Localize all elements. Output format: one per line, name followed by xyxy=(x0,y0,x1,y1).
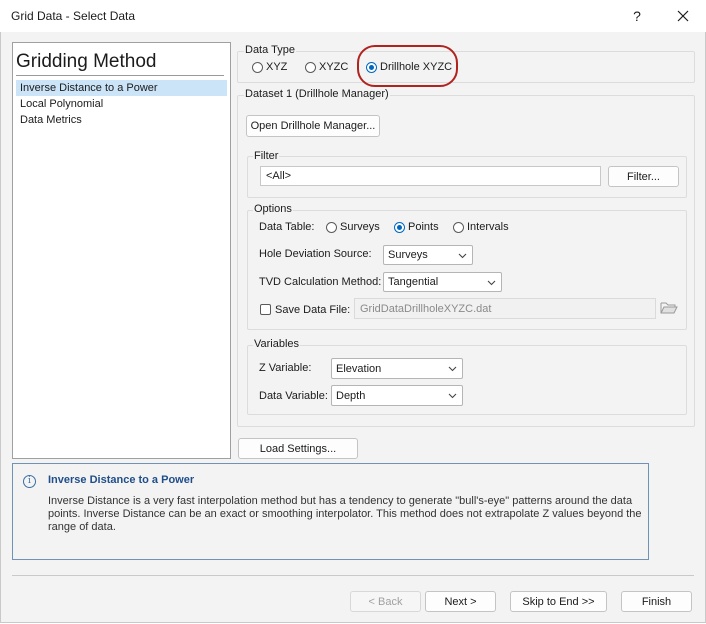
heading-rule xyxy=(16,75,224,76)
info-description: Inverse Distance is a very fast interpol… xyxy=(48,495,642,533)
radio-xyz-label: XYZ xyxy=(266,61,288,73)
method-info-panel: i Inverse Distance to a Power Inverse Di… xyxy=(12,463,649,560)
chevron-down-icon xyxy=(448,393,457,399)
title-bar: Grid Data - Select Data ? xyxy=(0,0,706,32)
save-data-file-input[interactable]: GridDataDrillholeXYZC.dat xyxy=(354,298,656,319)
close-button[interactable] xyxy=(660,0,706,32)
window-title: Grid Data - Select Data xyxy=(11,9,136,23)
filter-button[interactable]: Filter... xyxy=(608,166,679,187)
filter-input[interactable]: <All> xyxy=(260,166,601,186)
z-variable-select[interactable]: Elevation xyxy=(331,358,463,379)
radio-surveys-label: Surveys xyxy=(340,221,380,233)
next-button[interactable]: Next > xyxy=(425,591,496,612)
folder-open-icon xyxy=(660,302,678,314)
gridding-method-heading: Gridding Method xyxy=(16,51,157,72)
data-variable-value: Depth xyxy=(336,389,366,402)
data-type-label: Data Type xyxy=(244,44,296,56)
tvd-method-select[interactable]: Tangential xyxy=(383,272,502,292)
method-item-local-polynomial[interactable]: Local Polynomial xyxy=(16,96,227,112)
hole-deviation-value: Surveys xyxy=(388,249,428,261)
info-icon: i xyxy=(23,475,36,488)
close-icon xyxy=(677,10,689,22)
radio-xyzc[interactable]: XYZC xyxy=(305,61,348,73)
options-label: Options xyxy=(253,203,293,215)
load-settings-button[interactable]: Load Settings... xyxy=(238,438,358,459)
filter-label: Filter xyxy=(253,150,280,162)
radio-intervals-circle xyxy=(453,221,464,233)
hole-deviation-label: Hole Deviation Source: xyxy=(259,248,372,260)
data-variable-label: Data Variable: xyxy=(259,390,328,402)
radio-points-circle xyxy=(394,221,405,233)
data-table-label: Data Table: xyxy=(259,221,315,233)
z-variable-label: Z Variable: xyxy=(259,362,312,374)
radio-intervals-label: Intervals xyxy=(467,221,509,233)
chevron-down-icon xyxy=(458,253,467,259)
help-button[interactable]: ? xyxy=(614,0,660,32)
method-item-inverse-distance[interactable]: Inverse Distance to a Power xyxy=(16,80,227,96)
save-data-checkbox[interactable] xyxy=(260,304,271,315)
chevron-down-icon xyxy=(448,366,457,372)
radio-xyzc-label: XYZC xyxy=(319,61,349,73)
radio-intervals[interactable]: Intervals xyxy=(453,221,509,233)
save-data-label: Save Data File: xyxy=(275,304,351,316)
dataset-label: Dataset 1 (Drillhole Manager) xyxy=(244,88,390,100)
z-variable-value: Elevation xyxy=(336,362,382,375)
variables-label: Variables xyxy=(253,338,301,350)
open-folder-button[interactable] xyxy=(660,300,678,316)
info-title: Inverse Distance to a Power xyxy=(48,474,195,486)
tvd-method-label: TVD Calculation Method: xyxy=(259,276,382,288)
finish-button[interactable]: Finish xyxy=(621,591,692,612)
radio-xyzc-circle xyxy=(305,61,316,73)
radio-points[interactable]: Points xyxy=(394,221,439,233)
footer-divider xyxy=(12,575,694,576)
highlight-annotation-ring xyxy=(357,45,458,87)
hole-deviation-select[interactable]: Surveys xyxy=(383,245,473,265)
method-item-data-metrics[interactable]: Data Metrics xyxy=(16,112,227,128)
radio-xyz-circle xyxy=(252,61,263,73)
open-drillhole-manager-button[interactable]: Open Drillhole Manager... xyxy=(246,115,380,137)
radio-surveys-circle xyxy=(326,221,337,233)
radio-xyz[interactable]: XYZ xyxy=(252,61,287,73)
skip-to-end-button[interactable]: Skip to End >> xyxy=(510,591,607,612)
radio-points-label: Points xyxy=(408,221,439,233)
radio-surveys[interactable]: Surveys xyxy=(326,221,380,233)
variables-group xyxy=(247,345,687,415)
back-button[interactable]: < Back xyxy=(350,591,421,612)
gridding-method-list[interactable]: Gridding Method Inverse Distance to a Po… xyxy=(12,42,231,459)
data-variable-select[interactable]: Depth xyxy=(331,385,463,406)
tvd-method-value: Tangential xyxy=(388,276,439,288)
chevron-down-icon xyxy=(487,280,496,286)
